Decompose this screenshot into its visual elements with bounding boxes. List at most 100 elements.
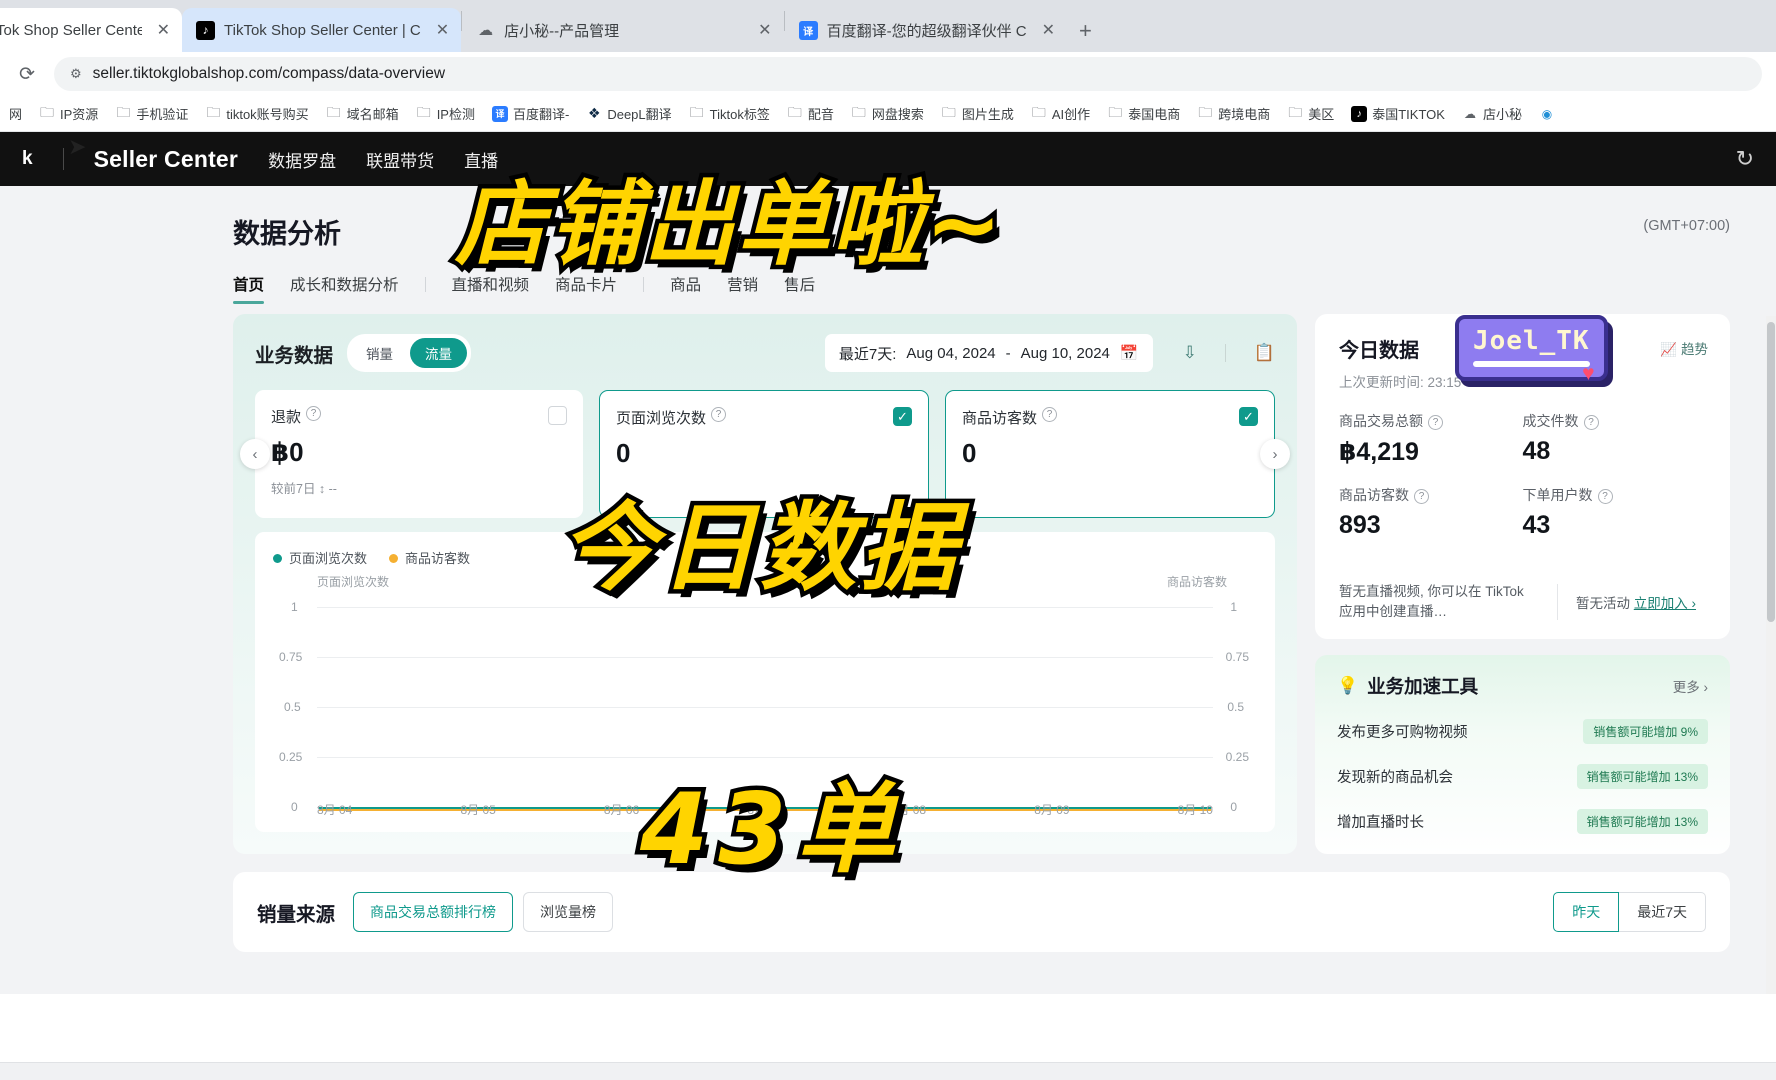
nav-item-affiliate[interactable]: 联盟带货	[366, 147, 434, 172]
bookmark-item[interactable]: IP资源	[34, 101, 103, 126]
metric-mode-switch: 销量 流量	[347, 334, 472, 372]
segment-traffic[interactable]: 流量	[410, 338, 468, 368]
tab-home[interactable]: 首页	[233, 273, 265, 304]
bookmark-item[interactable]: 跨境电商	[1192, 101, 1275, 126]
bookmark-item[interactable]: 网	[4, 101, 27, 126]
metric-checkbox[interactable]: ✓	[1239, 407, 1258, 426]
bookmark-item[interactable]: 美区	[1282, 101, 1339, 126]
tiktok-icon: ♪	[196, 20, 215, 40]
y-tick-right: 0.5	[1227, 700, 1244, 714]
sales-source-tab-views[interactable]: 浏览量榜	[523, 892, 614, 932]
calendar-icon[interactable]: 📅	[1120, 344, 1139, 362]
bookmark-item[interactable]: ❖ DeepL翻译	[581, 101, 676, 126]
tools-more-link[interactable]: 更多 ›	[1673, 676, 1708, 696]
bookmark-item[interactable]: 泰国电商	[1102, 101, 1185, 126]
bookmark-label: 网	[9, 107, 23, 122]
tool-row[interactable]: 发布更多可购物视频 销售额可能增加 9%	[1337, 718, 1708, 744]
metrics-next-button[interactable]: ›	[1260, 439, 1290, 469]
metric-checkbox[interactable]	[548, 406, 567, 425]
browser-tab-1[interactable]: ♪ TikTok Shop Seller Center | C ✕	[182, 8, 462, 52]
help-icon[interactable]: ?	[1414, 489, 1429, 504]
tool-row[interactable]: 增加直播时长 销售额可能增加 13%	[1337, 808, 1708, 834]
overlay-text-line1: 店铺出单啦~	[450, 167, 1006, 283]
range-last-7-days[interactable]: 最近7天	[1619, 892, 1706, 932]
bookmark-item[interactable]: 域名邮箱	[321, 101, 404, 126]
legend-item-page-views[interactable]: 页面浏览次数	[273, 548, 367, 567]
help-icon[interactable]: ?	[1583, 415, 1599, 430]
bookmark-item[interactable]: 译百度翻译-	[487, 101, 574, 126]
new-tab-button[interactable]: +	[1067, 18, 1104, 52]
range-yesterday[interactable]: 昨天	[1553, 892, 1620, 932]
browser-tab-2[interactable]: ☁ 店小秘--产品管理 ✕	[462, 8, 783, 52]
site-settings-icon[interactable]: ⚙	[70, 66, 82, 82]
bookmark-item[interactable]: 图片生成	[936, 101, 1019, 126]
reload-icon[interactable]: ⟳	[14, 63, 40, 86]
heart-icon: ♥	[1582, 362, 1595, 385]
metric-card-product-visitors[interactable]: 商品访客数 ? ✓ 0	[945, 390, 1275, 518]
baidu-icon: 译	[798, 20, 818, 40]
y-tick-left: 0	[291, 800, 298, 814]
trend-link[interactable]: 📈 趋势	[1660, 338, 1708, 358]
folder-icon	[787, 106, 803, 122]
close-icon[interactable]: ✕	[157, 20, 170, 40]
today-footer: 暂无直播视频, 你可以在 TikTok 应用中创建直播… 暂无活动 立即加入 ›	[1339, 566, 1706, 623]
business-data-title: 业务数据	[255, 344, 334, 367]
refresh-icon[interactable]: ↻	[1736, 146, 1754, 172]
stat-label-text: 商品访客数	[1339, 487, 1409, 503]
metric-comparison: 较前7日 ↕ --	[271, 482, 337, 496]
tool-row[interactable]: 发现新的商品机会 销售额可能增加 13%	[1337, 763, 1708, 789]
y-tick-left: 0.75	[279, 650, 303, 664]
overlay-text-line2: 今日数据	[556, 488, 961, 609]
page-scrollbar-thumb[interactable]	[1767, 322, 1775, 622]
help-icon[interactable]: ?	[1042, 407, 1058, 422]
download-icon[interactable]: ⇩	[1183, 343, 1197, 363]
x-tick: 8月 06	[603, 803, 640, 817]
stat-label-text: 商品交易总额	[1339, 413, 1423, 429]
bookmark-label: tiktok账号购买	[226, 107, 309, 122]
close-icon[interactable]: ✕	[436, 20, 449, 40]
help-icon[interactable]: ?	[711, 407, 727, 422]
bookmark-item[interactable]: tiktok账号购买	[200, 101, 313, 126]
metric-checkbox[interactable]: ✓	[893, 407, 912, 426]
legend-item-visitors[interactable]: 商品访客数	[389, 548, 470, 567]
help-icon[interactable]: ?	[1428, 415, 1443, 430]
join-now-link[interactable]: 立即加入 ›	[1634, 596, 1696, 611]
tab-growth-analytics[interactable]: 成长和数据分析	[290, 273, 399, 304]
metric-card-refund[interactable]: 退款 ? ฿0 较前7日 ↕ --	[255, 390, 583, 518]
metrics-prev-button[interactable]: ‹	[240, 439, 270, 469]
bookmark-item[interactable]: 手机验证	[110, 101, 193, 126]
browser-tab-bar: Tok Shop Seller Center | C ✕ ♪ TikTok Sh…	[0, 0, 1776, 52]
metric-header: 退款 ?	[271, 406, 567, 427]
gridline	[317, 707, 1213, 708]
bookmark-item[interactable]: AI创作	[1026, 101, 1095, 126]
browser-tab-3[interactable]: 译 百度翻译-您的超级翻译伙伴 C ✕	[785, 8, 1067, 52]
address-bar[interactable]: ⚙ seller.tiktokglobalshop.com/compass/da…	[54, 57, 1762, 91]
nav-item-data-compass[interactable]: 数据罗盘	[268, 147, 336, 172]
close-icon[interactable]: ✕	[1042, 20, 1055, 40]
bookmark-item[interactable]: 网盘搜索	[846, 101, 929, 126]
help-icon[interactable]: ?	[1597, 489, 1613, 504]
browser-tab-0[interactable]: Tok Shop Seller Center | C ✕	[0, 8, 182, 52]
y-tick-right: 0.75	[1225, 650, 1249, 664]
help-icon[interactable]: ?	[306, 406, 322, 421]
metric-header: 页面浏览次数 ? ✓	[616, 407, 912, 428]
folder-icon	[689, 106, 705, 122]
bookmark-item[interactable]: Tiktok标签	[684, 101, 775, 126]
bookmark-item[interactable]: ♪ 泰国TIKTOK	[1346, 101, 1450, 126]
segment-sales[interactable]: 销量	[351, 338, 408, 368]
bookmark-item[interactable]: ☁ 店小秘	[1457, 101, 1527, 126]
stat-label-text: 成交件数	[1522, 413, 1579, 429]
business-tools-card: 💡 业务加速工具 更多 › 发布更多可购物视频 销售额可能增加 9% 发现新的商…	[1315, 654, 1730, 854]
report-icon[interactable]: 📋	[1254, 343, 1275, 363]
today-stat-units: 成交件数? 48	[1523, 411, 1707, 467]
close-icon[interactable]: ✕	[758, 20, 771, 40]
date-range-picker[interactable]: 最近7天: Aug 04, 2024 - Aug 10, 2024 📅	[824, 334, 1153, 372]
metric-label: 页面浏览次数	[616, 410, 707, 427]
bookmark-item[interactable]: IP检测	[411, 101, 480, 126]
tool-name: 发布更多可购物视频	[1337, 724, 1468, 741]
folder-icon	[941, 106, 957, 122]
bookmark-item[interactable]: ◉	[1534, 103, 1560, 125]
bookmark-item[interactable]: 配音	[782, 101, 839, 126]
sales-source-tab-gmv[interactable]: 商品交易总额排行榜	[353, 892, 514, 932]
watermark-badge: Joel_TK ♥	[1455, 315, 1608, 385]
